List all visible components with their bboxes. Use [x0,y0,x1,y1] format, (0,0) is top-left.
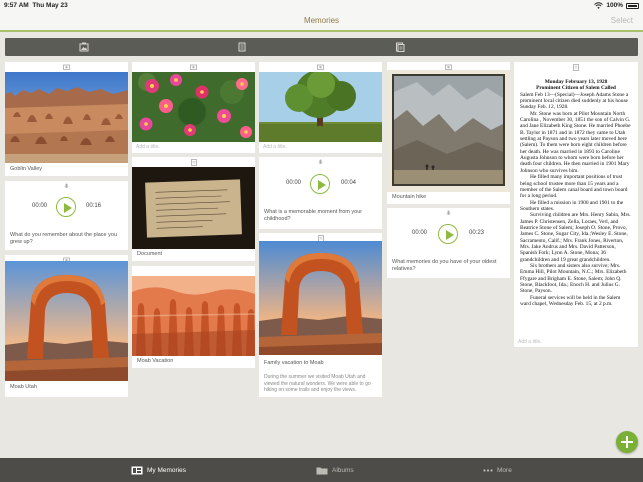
story-filter-icon[interactable] [395,42,405,52]
canyon-hoodoos-photo [132,276,255,356]
card-caption: Family vacation to Moab [264,360,324,366]
audio-card-memorable-moment[interactable]: 00:00 00:04 What is a memorable moment f… [259,157,382,229]
audio-current-time: 00:00 [286,180,302,186]
audio-duration: 00:04 [341,180,357,186]
audio-duration: 00:16 [86,203,102,209]
flowers-photo [132,72,255,142]
photo-type-icon [317,64,324,70]
folder-tab-icon [316,467,328,474]
arch-photo [259,241,382,355]
memory-card-goblin-valley[interactable]: Goblin Valley [5,62,128,176]
audio-card-place-grew-up[interactable]: 00:00 00:16 What do you remember about t… [5,181,128,250]
mountain-hike-photo [387,70,510,192]
article-paragraph: Mr. Stone was born at Pilot Mountain Nor… [520,110,631,174]
document-type-icon [573,64,579,71]
audio-current-time: 00:00 [412,230,428,236]
tab-albums[interactable]: Albums [316,458,354,482]
audio-prompt: What is a memorable moment from your chi… [264,209,363,222]
article-paragraph: Salem Feb 13—(Special)—Joseph Adams Ston… [520,91,629,111]
audio-duration: 00:23 [469,230,485,236]
document-photo [132,167,255,249]
more-dots-icon [483,468,493,472]
memory-card-obituary[interactable]: Monday February 13, 1928 Prominent Citiz… [514,62,638,347]
add-title-placeholder[interactable]: Add a title. [263,144,287,150]
card-caption: Moab Utah [10,384,37,390]
navigation-bar: Memories Select [0,12,643,32]
microphone-icon [64,183,69,189]
add-title-placeholder[interactable]: Add a title. [518,339,542,345]
card-caption: Mountain hike [392,194,427,200]
memory-type-filter-bar [5,38,638,56]
document-type-icon [190,159,197,166]
battery-icon [626,2,639,9]
tab-my-memories[interactable]: My Memories [131,458,186,482]
article-paragraph: Six brothers and sisters also survive; M… [520,262,627,295]
article-paragraph: He filled a mission in 1900 and 1901 to … [520,199,624,212]
audio-card-oldest-relatives[interactable]: 00:00 00:23 What memories do you have of… [387,208,510,278]
audio-prompt: What memories do you have of your oldest… [392,259,497,272]
obituary-article: Monday February 13, 1928 Prominent Citiz… [514,75,638,333]
tab-more[interactable]: More [483,458,512,482]
tab-label: More [497,466,512,474]
goblin-valley-photo [5,72,128,163]
card-caption: Document [137,251,163,257]
memory-card-family-vacation[interactable]: Family vacation to Moab During the summe… [259,233,382,397]
tab-label: Albums [332,466,354,474]
memory-card-tree[interactable]: Add a title. [259,62,382,153]
photo-filter-icon[interactable] [79,42,89,52]
add-memory-button[interactable] [616,431,638,453]
document-filter-icon[interactable] [237,42,247,52]
play-button[interactable] [56,197,76,217]
card-caption: Moab Vacation [137,358,174,364]
memory-card-moab-utah[interactable]: Moab Utah [5,255,128,397]
article-headline: Prominent Citizen of Salem Called [536,85,616,92]
play-button[interactable] [310,174,330,194]
arch-photo [5,261,128,381]
card-description: During the summer we visited Moab Utah a… [264,374,371,393]
status-bar: 9:57 AM Thu May 23 100% [0,0,643,12]
page-title: Memories [303,16,340,25]
article-paragraph: Funeral services will be held in the Sal… [520,294,621,308]
memory-card-flowers[interactable]: Add a title. [132,62,255,153]
play-button[interactable] [438,224,458,244]
article-paragraph: He filled many important positions of tr… [520,174,628,200]
microphone-icon [318,159,323,165]
article-paragraph: Surviving children are Mrs. Henry Sabin,… [520,212,631,263]
audio-current-time: 00:00 [32,203,48,209]
memory-card-mountain-hike[interactable]: Mountain hike [387,62,510,204]
status-time: 9:57 AM Thu May 23 [4,2,68,9]
memories-tab-icon [131,466,143,474]
audio-prompt: What do you remember about the place you… [10,232,118,245]
tab-label: My Memories [147,466,187,474]
tree-photo [259,72,382,142]
wifi-icon [594,2,604,9]
status-date: Thu May 23 [32,2,68,9]
select-button[interactable]: Select [611,16,633,25]
microphone-icon [446,210,451,216]
battery-percent: 100% [606,2,623,9]
card-caption: Goblin Valley [10,166,42,172]
tab-bar: My Memories Albums More [0,458,643,482]
photo-type-icon [190,64,197,70]
memory-card-moab-vacation[interactable]: Moab Vacation [132,266,255,368]
memory-card-document[interactable]: Document [132,157,255,261]
add-title-placeholder[interactable]: Add a title. [136,144,160,150]
photo-type-icon [63,64,70,70]
